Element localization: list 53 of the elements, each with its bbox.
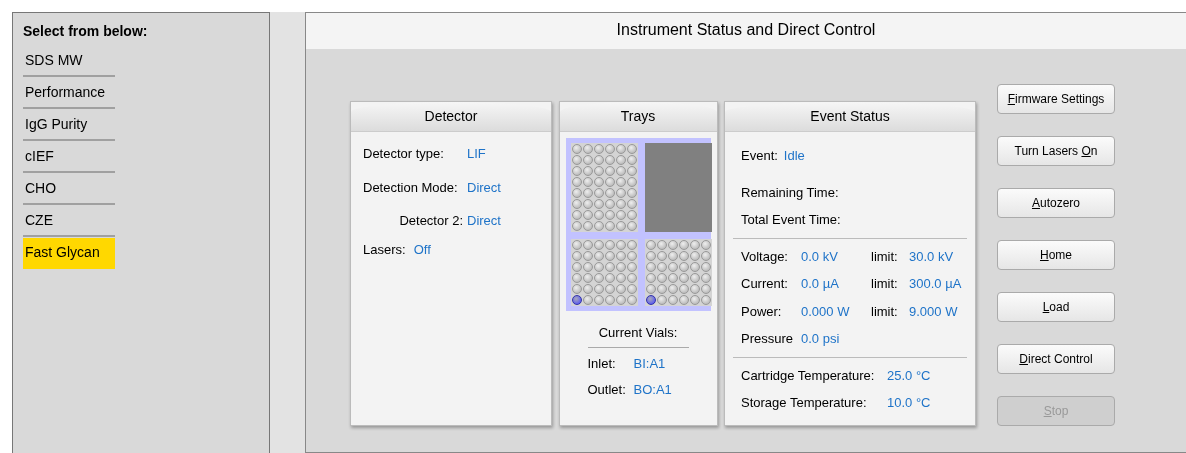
field-label: Event:	[741, 147, 778, 165]
action-button[interactable]: Turn Lasers On	[997, 136, 1115, 166]
sidebar-item[interactable]: Fast Glycan	[23, 238, 115, 269]
action-button[interactable]: Direct Control	[997, 344, 1115, 374]
limit-label: limit:	[871, 302, 899, 321]
limit-label: limit:	[871, 247, 899, 266]
field-value: 0.0 kV	[801, 247, 839, 266]
action-button[interactable]: Home	[997, 240, 1115, 270]
field-label: Pressure	[741, 330, 795, 348]
field-label: Detector type:	[363, 145, 445, 163]
field-value: 10.0 °C	[887, 394, 931, 412]
limit-label: limit:	[871, 275, 899, 293]
field-value: 0.0 µA	[801, 275, 840, 293]
field-label: Lasers:	[363, 240, 406, 259]
field-label: Detection Mode:	[363, 178, 459, 197]
field-label: Power:	[741, 302, 783, 321]
field-value: Idle	[783, 147, 805, 165]
sidebar-item[interactable]: IgG Purity	[23, 110, 115, 141]
sidebar-item[interactable]: SDS MW	[23, 46, 115, 77]
field-value: 0.000 W	[801, 302, 851, 321]
panel-header: Detector	[351, 102, 551, 132]
panel-header: Event Status	[725, 102, 975, 132]
field-value: LIF	[467, 145, 486, 163]
field-value: Direct	[467, 212, 501, 230]
field-label: Remaining Time:	[741, 184, 839, 200]
field-value: Direct	[467, 178, 501, 197]
field-value: BO:A1	[633, 381, 672, 399]
panel-title: Instrument Status and Direct Control	[306, 13, 1186, 49]
sidebar-heading: Select from below:	[23, 22, 149, 41]
limit-value: 9.000 W	[909, 302, 958, 321]
sidebar-item[interactable]: Performance	[23, 78, 115, 109]
sidebar-item[interactable]: CHO	[23, 174, 115, 205]
action-button[interactable]: Load	[997, 292, 1115, 322]
field-label: Total Event Time:	[741, 212, 841, 227]
field-value: Off	[413, 240, 431, 259]
section-title: Current Vials:	[587, 323, 689, 348]
sidebar-item[interactable]: cIEF	[23, 142, 115, 173]
action-button[interactable]: Firmware Settings	[997, 84, 1115, 114]
action-button[interactable]: Autozero	[997, 188, 1115, 218]
field-label: Inlet:	[587, 354, 617, 373]
field-label: Storage Temperature:	[741, 394, 868, 412]
field-label: Outlet:	[587, 381, 627, 399]
field-value: 25.0 °C	[887, 366, 931, 385]
field-label: Current:	[741, 275, 789, 293]
field-label: Voltage:	[741, 247, 789, 266]
splitter-bar[interactable]	[270, 12, 305, 453]
limit-value: 300.0 µA	[909, 275, 962, 293]
field-value: 0.0 psi	[801, 330, 841, 348]
limit-value: 30.0 kV	[909, 247, 954, 266]
field-value: BI:A1	[633, 354, 666, 373]
field-label: Cartridge Temperature:	[741, 366, 876, 385]
field-label: Detector 2:	[398, 212, 464, 230]
panel-header: Trays	[559, 102, 717, 132]
